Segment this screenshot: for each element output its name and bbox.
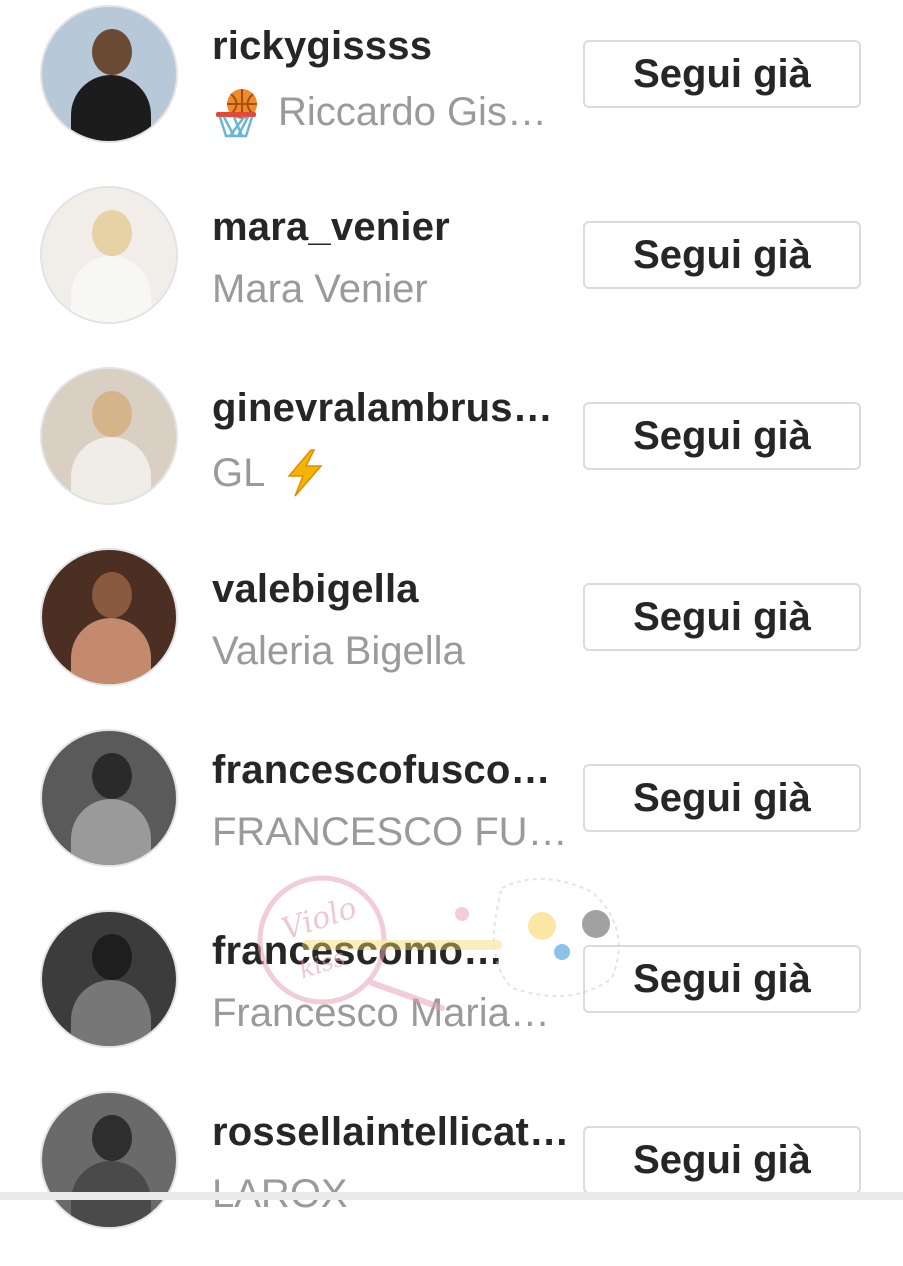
avatar[interactable] bbox=[40, 729, 178, 867]
username[interactable]: valebigella bbox=[212, 567, 419, 612]
avatar-head bbox=[92, 210, 132, 256]
list-item[interactable]: ginevralambrus… GL Segui già bbox=[0, 362, 903, 542]
full-name: FRANCESCO FU… bbox=[212, 810, 568, 854]
following-button[interactable]: Segui già bbox=[583, 945, 861, 1013]
avatar-body bbox=[71, 618, 151, 684]
username[interactable]: francescomo… bbox=[212, 929, 503, 974]
lightning-icon bbox=[281, 448, 327, 498]
avatar[interactable] bbox=[40, 367, 178, 505]
full-name: Francesco Maria… bbox=[212, 991, 550, 1035]
following-button[interactable]: Segui già bbox=[583, 1126, 861, 1194]
avatar-head bbox=[92, 934, 132, 980]
list-item[interactable]: rickygissss Riccardo Gis… Segui già bbox=[0, 0, 903, 180]
following-button[interactable]: Segui già bbox=[583, 221, 861, 289]
username[interactable]: ginevralambrus… bbox=[212, 386, 553, 431]
avatar-head bbox=[92, 391, 132, 437]
avatar-body bbox=[71, 75, 151, 141]
list-item[interactable]: francescofusco… FRANCESCO FU… Segui già bbox=[0, 724, 903, 904]
avatar-head bbox=[92, 1115, 132, 1161]
avatar-body bbox=[71, 437, 151, 503]
full-name: Valeria Bigella bbox=[212, 629, 465, 673]
avatar[interactable] bbox=[40, 548, 178, 686]
full-name: GL bbox=[212, 450, 266, 495]
avatar[interactable] bbox=[40, 1091, 178, 1229]
list-item[interactable]: francescomo… Francesco Maria… Segui già bbox=[0, 905, 903, 1085]
following-button[interactable]: Segui già bbox=[583, 40, 861, 108]
full-name-line: Riccardo Gis… bbox=[212, 86, 547, 138]
avatar-body bbox=[71, 799, 151, 865]
following-button[interactable]: Segui già bbox=[583, 402, 861, 470]
avatar-head bbox=[92, 29, 132, 75]
full-name-line: Valeria Bigella bbox=[212, 629, 465, 674]
following-list: rickygissss Riccardo Gis… Segui già mara… bbox=[0, 0, 903, 1229]
list-item[interactable]: rossellaintellicat… LAROX Segui già bbox=[0, 1086, 903, 1266]
avatar[interactable] bbox=[40, 186, 178, 324]
avatar-head bbox=[92, 572, 132, 618]
username[interactable]: rossellaintellicat… bbox=[212, 1110, 569, 1155]
list-item[interactable]: mara_venier Mara Venier Segui già bbox=[0, 181, 903, 361]
avatar-head bbox=[92, 753, 132, 799]
avatar[interactable] bbox=[40, 5, 178, 143]
avatar[interactable] bbox=[40, 910, 178, 1048]
basketball-hoop-icon bbox=[212, 86, 260, 138]
username[interactable]: francescofusco… bbox=[212, 748, 551, 793]
full-name: Riccardo Gis… bbox=[278, 89, 547, 134]
full-name-line: GL bbox=[212, 448, 327, 498]
avatar-body bbox=[71, 256, 151, 322]
username[interactable]: mara_venier bbox=[212, 205, 450, 250]
full-name-line: FRANCESCO FU… bbox=[212, 810, 568, 855]
following-button[interactable]: Segui già bbox=[583, 583, 861, 651]
full-name: Mara Venier bbox=[212, 267, 428, 311]
full-name-line: Francesco Maria… bbox=[212, 991, 550, 1036]
username[interactable]: rickygissss bbox=[212, 24, 432, 69]
avatar-body bbox=[71, 980, 151, 1046]
bottom-edge bbox=[0, 1192, 903, 1200]
list-item[interactable]: valebigella Valeria Bigella Segui già bbox=[0, 543, 903, 723]
following-button[interactable]: Segui già bbox=[583, 764, 861, 832]
full-name-line: Mara Venier bbox=[212, 267, 428, 312]
